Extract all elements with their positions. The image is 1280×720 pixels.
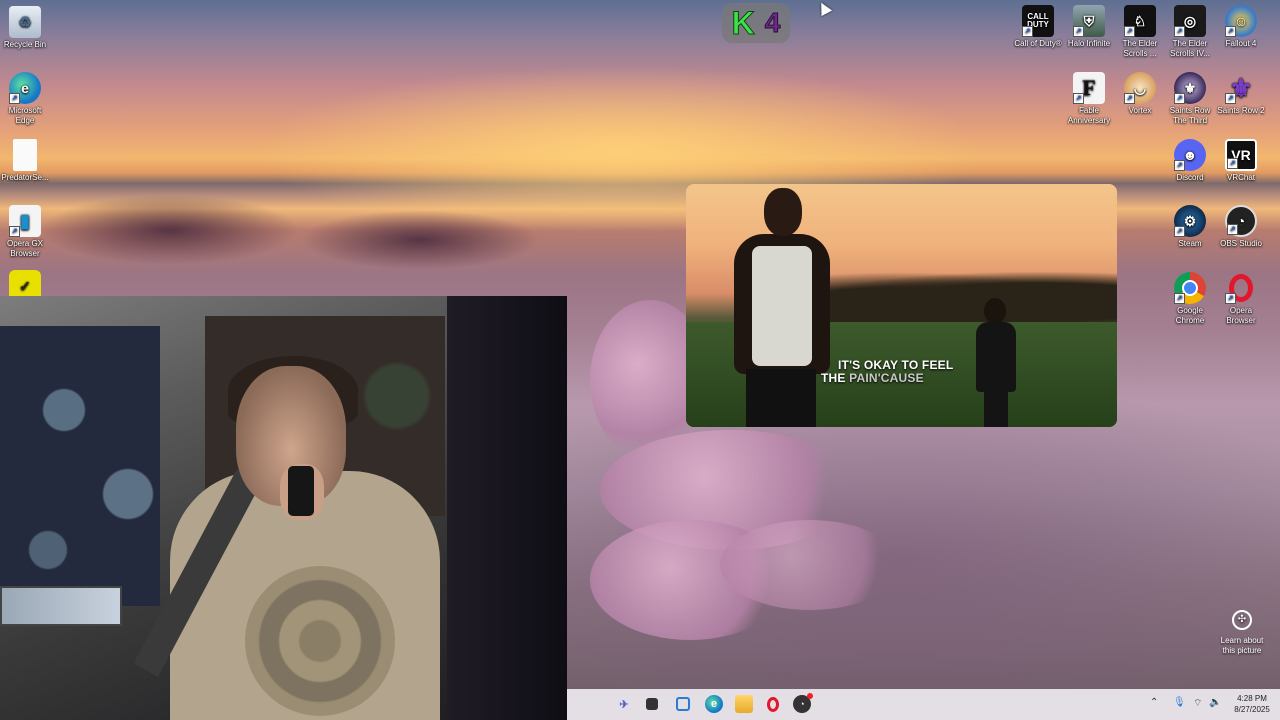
opera-gx-icon: ▮ ↗ (9, 205, 41, 237)
lyric-line-2a: THE (821, 371, 850, 385)
video-player[interactable]: IT'S OKAY TO FEEL THE PAIN'CAUSE (686, 184, 1117, 427)
webcam-feed (0, 296, 567, 720)
webcam-window (0, 586, 122, 626)
desktop-icon-discord[interactable]: ☻ ↗ Discord (1165, 139, 1215, 183)
taskbar-task-view-icon[interactable] (646, 698, 658, 710)
desktop-icon-label: OBS Studio (1220, 239, 1262, 248)
vortex-icon: ◡ ↗ (1124, 72, 1156, 104)
checkmark-app-icon: ✓ (9, 270, 41, 296)
taskbar-edge-icon[interactable]: e (705, 695, 723, 713)
edge-icon: e ↗ (9, 72, 41, 104)
desktop-icon-label: Vortex (1128, 106, 1152, 115)
saints-row-2-icon: ⚜ ↗ (1225, 72, 1257, 104)
desktop-icon-fallout-4[interactable]: ☺ ↗ Fallout 4 (1216, 5, 1266, 49)
steam-icon: ⚙ ↗ (1174, 205, 1206, 237)
desktop-icon-label: PredatorSe... (1, 173, 49, 182)
desktop-icon-elder-scrolls[interactable]: ♘ ↗ The Elder Scrolls ... (1115, 5, 1165, 59)
tray-wifi-icon[interactable]: ⌔ (1193, 697, 1202, 710)
learn-about-label: Learn about this picture (1220, 636, 1264, 655)
desktop-icon-label: Fallout 4 (1225, 39, 1257, 48)
webcam-shirt-mandala (245, 566, 395, 716)
tray-microphone-icon[interactable]: 🎙 (1173, 697, 1186, 708)
oblivion-icon: ◎ ↗ (1174, 5, 1206, 37)
desktop-icon-recycle-bin[interactable]: ♻ Recycle Bin (0, 6, 50, 50)
desktop-icon-check-app[interactable]: ✓ (0, 270, 50, 296)
discord-icon: ☻ ↗ (1174, 139, 1206, 171)
desktop-icon-oblivion[interactable]: ◎ ↗ The Elder Scrolls IV... (1165, 5, 1215, 59)
desktop-icon-vrchat[interactable]: VR ↗ VRChat (1216, 139, 1266, 183)
desktop-icon-edge[interactable]: e ↗ Microsoft Edge (0, 72, 50, 126)
taskbar-opera-icon[interactable] (764, 695, 782, 713)
desktop-icon-halo[interactable]: ⛨ ↗ Halo Infinite (1064, 5, 1114, 49)
desktop-icon-saints-row-third[interactable]: ⚜ ↗ Saints Row The Third (1165, 72, 1215, 126)
video-man-figure (716, 184, 836, 427)
taskbar-widgets-icon[interactable]: ✈ (609, 695, 639, 713)
score-value: 4 (764, 7, 781, 39)
chrome-icon: ↗ (1174, 272, 1206, 304)
desktop-icon-vortex[interactable]: ◡ ↗ Vortex (1115, 72, 1165, 116)
taskbar-store-icon[interactable] (676, 697, 690, 711)
tray-overflow-chevron-icon[interactable]: ⌃ (1150, 697, 1158, 708)
desktop-icon-fable[interactable]: F ↗ Fable Anniversary (1064, 72, 1114, 126)
halo-infinite-icon: ⛨ ↗ (1073, 5, 1105, 37)
desktop-icon-label: The Elder Scrolls ... (1122, 39, 1158, 58)
desktop-icon-label: Halo Infinite (1067, 39, 1111, 48)
desktop-icon-label: Steam (1178, 239, 1202, 248)
opera-icon: ↗ (1225, 272, 1257, 304)
desktop-icon-label: The Elder Scrolls IV... (1170, 39, 1210, 58)
obs-icon: ◔ ↗ (1225, 205, 1257, 237)
elder-scrolls-icon: ♘ ↗ (1124, 5, 1156, 37)
desktop-icon-label: Call of Duty® (1014, 39, 1062, 48)
webcam-phone (288, 466, 314, 516)
taskbar-file-explorer-icon[interactable] (735, 695, 753, 713)
desktop-icon-label: Fable Anniversary (1067, 106, 1111, 125)
recycle-bin-icon: ♻ (9, 6, 41, 38)
taskbar: ✈ e ◔ ⌃ 🎙 ⌔ 🔈 (567, 689, 1280, 720)
desktop-icon-label: Recycle Bin (3, 40, 47, 49)
wallpaper-cloud (720, 520, 900, 610)
saints-row-third-icon: ⚜ ↗ (1174, 72, 1206, 104)
desktop-icon-obs[interactable]: ◔ ↗ OBS Studio (1216, 205, 1266, 249)
clock-date: 8/27/2025 (1234, 705, 1270, 714)
taskbar-clock[interactable]: 4:28 PM 8/27/2025 (1228, 693, 1276, 715)
learn-about-picture[interactable]: ✣ Learn about this picture (1216, 610, 1268, 656)
vrchat-icon: VR ↗ (1225, 139, 1257, 171)
desktop-icon-label: Discord (1176, 173, 1204, 182)
desktop-icon-label: Microsoft Edge (8, 106, 42, 125)
webcam-blanket (0, 326, 160, 606)
desktop-icon-label: Opera Browser (1226, 306, 1256, 325)
desktop-icon-predator[interactable]: PredatorSe... (0, 139, 50, 183)
desktop-icon-label: Saints Row The Third (1169, 106, 1211, 125)
wallpaper-cloud (40, 195, 300, 265)
desktop-icon-label: Google Chrome (1175, 306, 1205, 325)
desktop-icon-steam[interactable]: ⚙ ↗ Steam (1165, 205, 1215, 249)
call-of-duty-icon: CALL DUTY ↗ (1022, 5, 1054, 37)
desktop-icon-label: VRChat (1226, 173, 1255, 182)
score-letter: K (731, 4, 755, 41)
lyric-line-2b: PAIN'CAUSE (849, 371, 924, 385)
desktop-icon-opera-gx[interactable]: ▮ ↗ Opera GX Browser (0, 205, 50, 259)
taskbar-obs-icon[interactable]: ◔ (793, 693, 813, 713)
desktop-icon-label: Saints Row 2 (1217, 106, 1265, 115)
camera-aperture-icon: ✣ (1232, 610, 1252, 630)
desktop-icon-call-of-duty[interactable]: CALL DUTY ↗ Call of Duty® (1013, 5, 1063, 49)
wallpaper-cloud (300, 210, 540, 270)
file-icon (13, 139, 37, 171)
score-overlay: K 4 (722, 3, 790, 43)
desktop-icon-saints-row-2[interactable]: ⚜ ↗ Saints Row 2 (1216, 72, 1266, 116)
clock-time: 4:28 PM (1237, 694, 1267, 703)
desktop-icon-chrome[interactable]: ↗ Google Chrome (1165, 272, 1215, 326)
desktop-icon-opera[interactable]: ↗ Opera Browser (1216, 272, 1266, 326)
fallout-4-icon: ☺ ↗ (1225, 5, 1257, 37)
tray-speaker-icon[interactable]: 🔈 (1209, 697, 1221, 708)
video-lyric-caption: IT'S OKAY TO FEEL THE PAIN'CAUSE (821, 359, 981, 385)
fable-icon: F ↗ (1073, 72, 1105, 104)
desktop-icon-label: Opera GX Browser (6, 239, 43, 258)
